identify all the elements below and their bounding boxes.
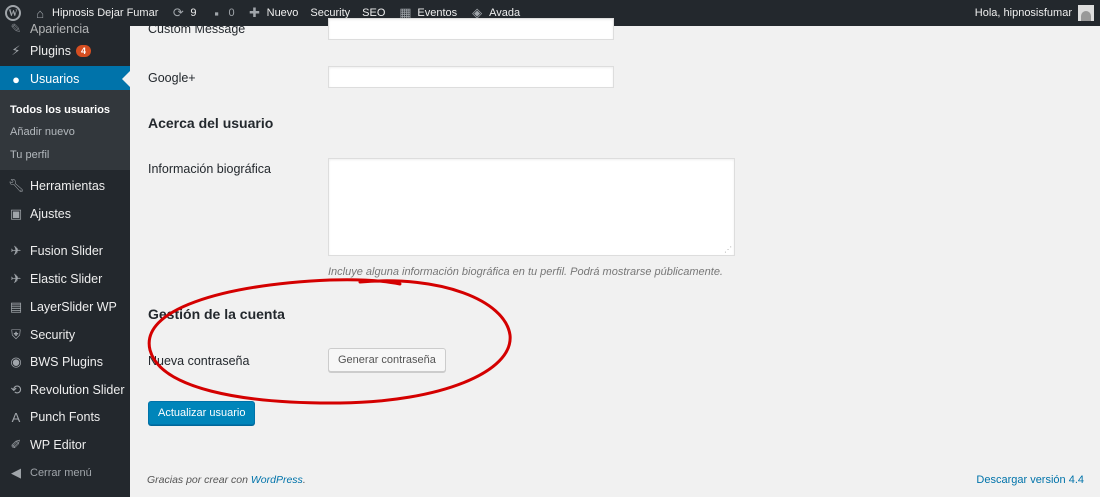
sidebar-item-tools[interactable]: 🔧︎ Herramientas	[0, 173, 130, 199]
sidebar-item-label: Herramientas	[30, 179, 106, 193]
user-icon: ●	[12, 71, 20, 87]
refresh-icon: ⟳	[172, 5, 184, 20]
sidebar-item-plugins[interactable]: ⚡ Plugins 4	[0, 38, 130, 64]
plus-icon: ✚	[249, 5, 261, 20]
pencil-icon: ✐	[10, 437, 22, 452]
update-user-button[interactable]: Actualizar usuario	[148, 401, 256, 425]
wrench-icon: 🔧︎	[7, 178, 25, 193]
sidebar-item-label: Ajustes	[30, 207, 71, 221]
custom-message-label: Custom Message	[148, 22, 246, 36]
comments-count: 0	[228, 7, 235, 19]
bio-textarea[interactable]: ⋰	[328, 158, 735, 256]
sidebar-item-settings[interactable]: ▣ Ajustes	[0, 201, 130, 227]
sidebar-item-label: WP Editor	[30, 438, 87, 452]
collapse-menu-label: Cerrar menú	[30, 467, 92, 479]
sidebar-item-wp-editor[interactable]: ✐ WP Editor	[0, 432, 130, 458]
sidebar-item-label: Usuarios	[30, 72, 80, 86]
comment-icon: ▪	[214, 5, 219, 21]
updates-count: 9	[190, 7, 197, 19]
bws-icon: ◉	[10, 354, 22, 369]
admin-sidebar: ✎ Apariencia ⚡ Plugins 4 ● Usuarios Todo…	[0, 21, 130, 497]
googleplus-label: Google+	[148, 71, 196, 85]
greeting-text: Hola, hipnosisfumar	[974, 7, 1072, 19]
new-content-link[interactable]: ✚ Nuevo	[241, 0, 305, 26]
sidebar-item-label: Punch Fonts	[30, 410, 101, 424]
resize-handle-icon[interactable]: ⋰	[724, 245, 732, 254]
sidebar-item-label: Revolution Slider	[30, 383, 125, 397]
avatar	[1078, 5, 1094, 21]
sidebar-item-users[interactable]: ● Usuarios	[0, 66, 130, 92]
pin-icon: ✈︎	[10, 271, 22, 286]
font-icon: A	[11, 409, 21, 425]
sidebar-item-label: LayerSlider WP	[30, 300, 117, 314]
sidebar-item-revolution-slider[interactable]: ⟲ Revolution Slider	[0, 377, 130, 403]
sidebar-item-label: Security	[30, 328, 76, 342]
account-management-heading: Gestión de la cuenta	[148, 306, 285, 322]
footer-thanks-suffix: .	[302, 474, 306, 486]
sidebar-item-elastic-slider[interactable]: ✈︎ Elastic Slider	[0, 266, 130, 292]
sidebar-item-layerslider[interactable]: ▤ LayerSlider WP	[0, 294, 130, 320]
pin-icon: ✈︎	[10, 243, 22, 258]
generate-password-button[interactable]: Generar contraseña	[328, 348, 446, 372]
bio-label: Información biográfica	[148, 162, 271, 176]
submenu-add-new[interactable]: Añadir nuevo	[10, 126, 75, 138]
my-account-menu[interactable]: Hola, hipnosisfumar	[969, 0, 1100, 26]
users-submenu: Todos los usuarios Añadir nuevo Tu perfi…	[0, 90, 130, 170]
brush-icon: ✎	[10, 21, 22, 36]
custom-message-input[interactable]	[328, 18, 614, 40]
settings-icon: ▣	[9, 206, 23, 221]
sidebar-item-label: Elastic Slider	[30, 272, 103, 286]
about-user-heading: Acerca del usuario	[148, 115, 274, 131]
plugin-icon: ⚡	[11, 43, 21, 58]
new-password-label: Nueva contraseña	[148, 354, 250, 368]
sidebar-item-label: BWS Plugins	[30, 355, 103, 369]
sidebar-item-label: Fusion Slider	[30, 244, 103, 258]
sidebar-item-label: Apariencia	[30, 22, 90, 36]
collapse-menu-button[interactable]: ◀ Cerrar menú	[0, 460, 130, 486]
refresh-icon: ⟲	[10, 382, 22, 397]
footer-thanks-text: Gracias por crear con	[147, 474, 251, 486]
footer-thanks: Gracias por crear con WordPress.	[147, 474, 306, 486]
image-icon: ▤	[9, 299, 23, 314]
shield-icon: ⛨	[11, 327, 21, 342]
sidebar-item-punch-fonts[interactable]: A Punch Fonts	[0, 404, 130, 430]
plugins-update-badge: 4	[76, 45, 92, 57]
download-version-link[interactable]: Descargar versión 4.4	[976, 474, 1084, 486]
sidebar-item-fusion-slider[interactable]: ✈︎ Fusion Slider	[0, 238, 130, 264]
sidebar-item-security[interactable]: ⛨ Security	[0, 322, 130, 348]
sidebar-item-label: Plugins	[30, 44, 71, 58]
submenu-profile[interactable]: Tu perfil	[10, 149, 49, 161]
main-content: Custom Message Google+ Acerca del usuari…	[130, 18, 1100, 497]
bio-description: Incluye alguna información biográfica en…	[328, 266, 723, 278]
new-label: Nuevo	[266, 7, 299, 19]
collapse-arrow-icon: ◀	[11, 465, 21, 480]
wordpress-link[interactable]: WordPress	[251, 474, 303, 486]
submenu-all-users[interactable]: Todos los usuarios	[10, 104, 110, 116]
sidebar-item-bws-plugins[interactable]: ◉ BWS Plugins	[0, 349, 130, 375]
googleplus-input[interactable]	[328, 66, 614, 88]
